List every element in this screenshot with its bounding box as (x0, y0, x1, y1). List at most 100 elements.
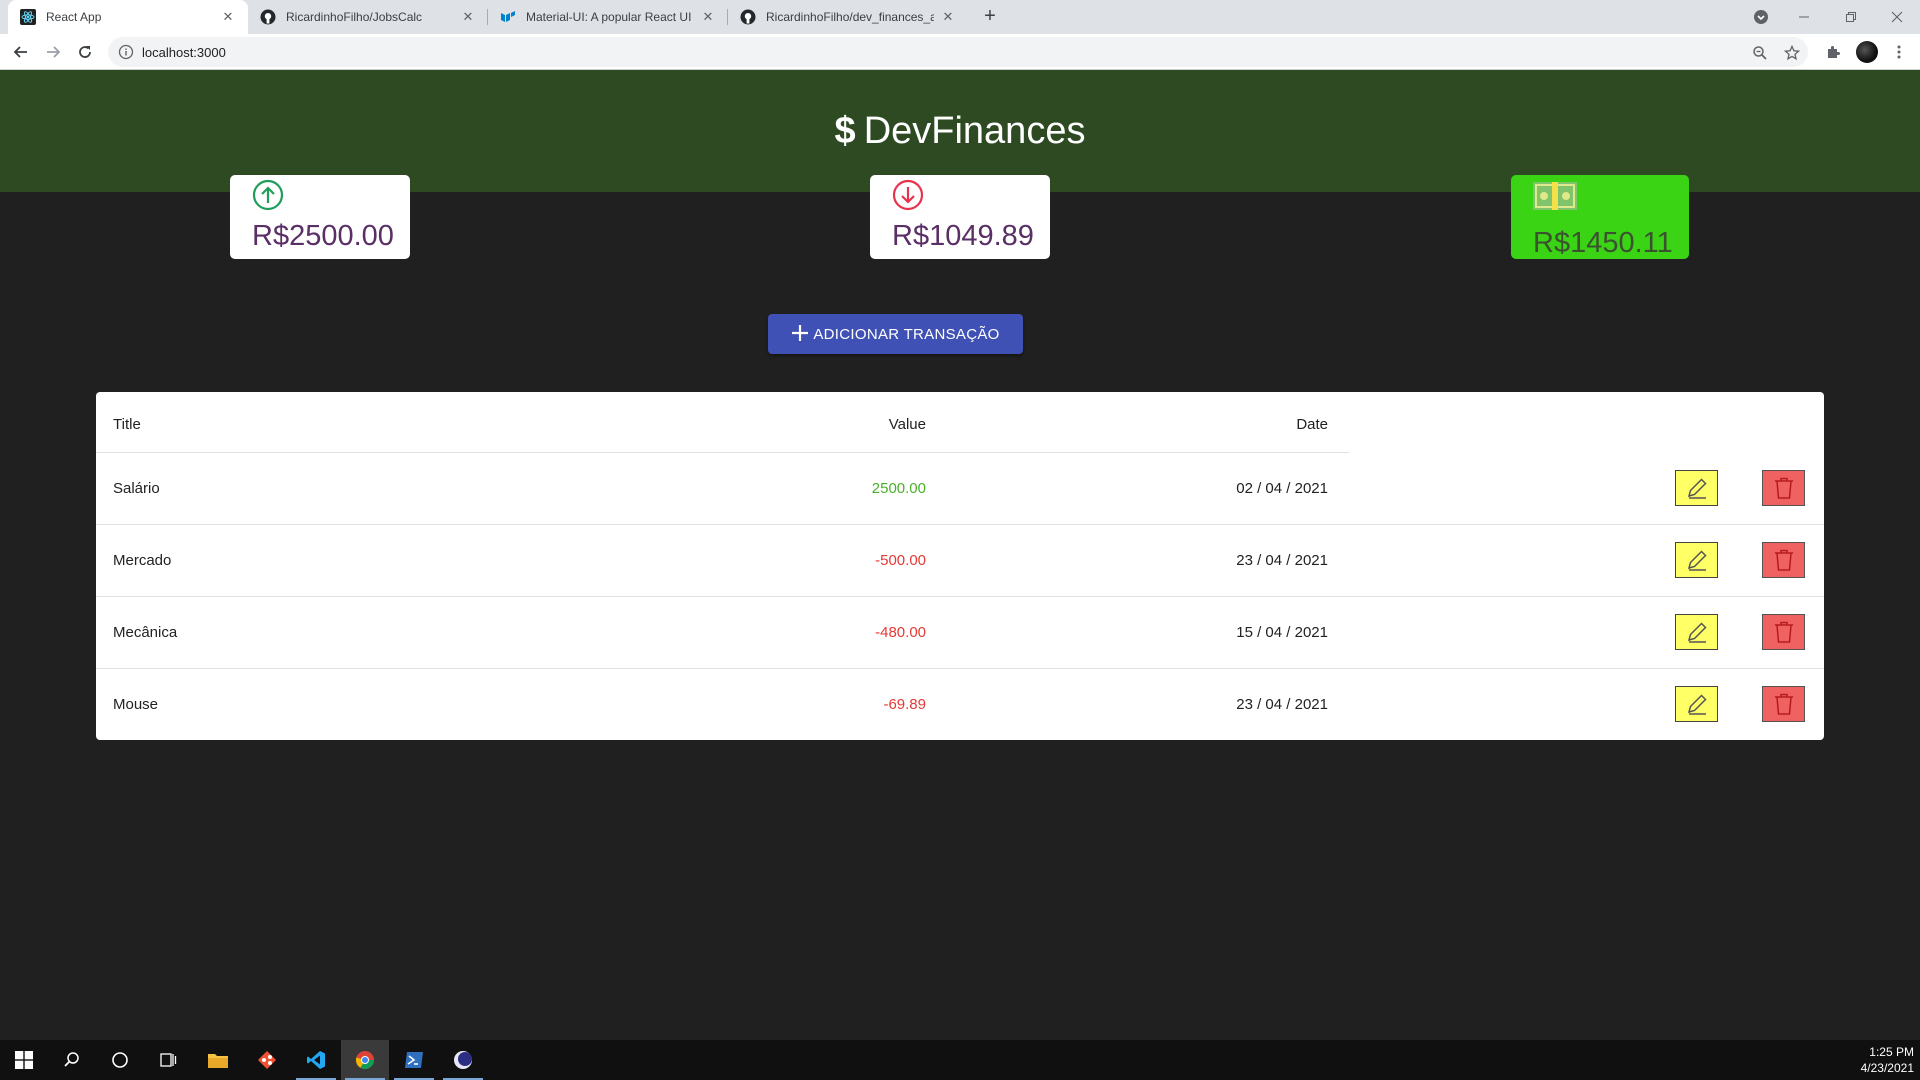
extensions-puzzle-icon[interactable] (1823, 42, 1843, 62)
column-header-date: Date (1296, 416, 1328, 433)
row-title: Mouse (113, 696, 159, 713)
add-transaction-label: ADICIONAR TRANSAÇÃO (813, 325, 1000, 343)
new-tab-button[interactable]: + (978, 5, 1002, 29)
address-bar[interactable]: localhost:3000 (108, 37, 1808, 67)
edit-button[interactable] (1675, 686, 1718, 722)
site-info-icon[interactable] (118, 44, 134, 60)
clock-date: 4/23/2021 (1860, 1061, 1914, 1075)
close-tab-icon[interactable]: ✕ (940, 9, 956, 25)
chrome-icon[interactable] (341, 1040, 389, 1080)
vscode-icon[interactable] (292, 1040, 340, 1080)
back-arrow-icon[interactable] (9, 40, 33, 64)
zoom-icon[interactable] (1750, 43, 1770, 63)
table-row: Mercado -500.00 23 / 04 / 2021 (96, 525, 1824, 597)
brand-title: $ DevFinances (0, 110, 1920, 153)
plus-icon (791, 324, 809, 345)
edit-button[interactable] (1675, 542, 1718, 578)
trash-icon (1774, 693, 1793, 715)
row-value: -500.00 (875, 552, 926, 569)
browser-tab-jobscalc[interactable]: RicardinhoFilho/JobsCalc ✕ (248, 0, 488, 34)
tab-search-icon[interactable] (1738, 0, 1784, 34)
powershell-icon[interactable] (390, 1040, 438, 1080)
cortana-icon[interactable] (96, 1040, 144, 1080)
row-value: 2500.00 (871, 480, 926, 497)
tab-title: React App (46, 10, 102, 24)
pencil-icon (1687, 694, 1707, 715)
row-date: 23 / 04 / 2021 (1236, 552, 1328, 569)
close-tab-icon[interactable]: ✕ (700, 9, 716, 25)
expense-amount: R$1049.89 (892, 220, 1034, 252)
reload-icon[interactable] (73, 40, 97, 64)
browser-tab-material-ui[interactable]: Material-UI: A popular React UI f ✕ (488, 0, 728, 34)
url-text: localhost:3000 (142, 45, 226, 60)
react-favicon-icon (20, 9, 36, 25)
edit-button[interactable] (1675, 470, 1718, 506)
eclipse-app-icon[interactable] (439, 1040, 487, 1080)
clock-time: 1:25 PM (1869, 1045, 1914, 1059)
row-date: 23 / 04 / 2021 (1236, 696, 1328, 713)
arrow-up-circle-icon (252, 179, 284, 211)
menu-kebab-icon[interactable] (1889, 42, 1909, 62)
row-title: Mecânica (113, 624, 178, 641)
delete-button[interactable] (1762, 686, 1805, 722)
transactions-table: Title Value Date Salário 2500.00 02 / 04… (96, 392, 1824, 740)
profile-avatar[interactable] (1856, 41, 1878, 63)
delete-button[interactable] (1762, 614, 1805, 650)
brand-dollar-symbol: $ (834, 110, 856, 152)
table-row: Salário 2500.00 02 / 04 / 2021 (96, 453, 1824, 525)
delete-button[interactable] (1762, 470, 1805, 506)
table-row: Mouse -69.89 23 / 04 / 2021 (96, 669, 1824, 741)
row-date: 02 / 04 / 2021 (1236, 480, 1328, 497)
app-root: $ DevFinances R$2500.00 R$1049.89 R$1450.… (0, 70, 1920, 1037)
minimize-window-icon[interactable] (1781, 0, 1827, 34)
total-amount: R$1450.11 (1533, 227, 1673, 259)
file-explorer-icon[interactable] (194, 1040, 242, 1080)
browser-tab-dev-finances-api[interactable]: RicardinhoFilho/dev_finances_api ✕ (728, 0, 968, 34)
row-value: -480.00 (875, 624, 926, 641)
column-header-title: Title (113, 416, 141, 433)
app-header: $ DevFinances (0, 70, 1920, 192)
system-clock[interactable]: 1:25 PM 4/23/2021 (1861, 1044, 1914, 1076)
add-transaction-button[interactable]: ADICIONAR TRANSAÇÃO (768, 314, 1023, 354)
tab-title: RicardinhoFilho/dev_finances_api (766, 10, 934, 24)
row-title: Mercado (113, 552, 172, 569)
delete-button[interactable] (1762, 542, 1805, 578)
browser-toolbar: localhost:3000 (0, 34, 1920, 70)
windows-taskbar: 1:25 PM 4/23/2021 (0, 1040, 1920, 1080)
browser-tab-bar: React App ✕ RicardinhoFilho/JobsCalc ✕ M… (0, 0, 1920, 34)
tab-title: RicardinhoFilho/JobsCalc (286, 10, 423, 24)
close-tab-icon[interactable]: ✕ (220, 9, 236, 25)
edit-button[interactable] (1675, 614, 1718, 650)
column-header-value: Value (888, 416, 926, 433)
pencil-icon (1687, 550, 1707, 571)
brand-name: DevFinances (863, 110, 1086, 152)
restore-window-icon[interactable] (1828, 0, 1874, 34)
trash-icon (1774, 477, 1793, 499)
material-ui-favicon-icon (500, 9, 516, 25)
tab-title: Material-UI: A popular React UI f (526, 10, 694, 24)
windows-start-icon[interactable] (0, 1040, 48, 1080)
row-value: -69.89 (883, 696, 926, 713)
pencil-icon (1687, 622, 1707, 643)
close-window-icon[interactable] (1874, 0, 1920, 34)
trash-icon (1774, 549, 1793, 571)
forward-arrow-icon[interactable] (41, 40, 65, 64)
table-row: Mecânica -480.00 15 / 04 / 2021 (96, 597, 1824, 669)
income-card: R$2500.00 (230, 175, 410, 259)
browser-tab-react-app[interactable]: React App ✕ (8, 0, 248, 34)
github-favicon-icon (260, 9, 276, 25)
close-tab-icon[interactable]: ✕ (460, 9, 476, 25)
trash-icon (1774, 621, 1793, 643)
row-title: Salário (113, 480, 160, 497)
income-amount: R$2500.00 (252, 220, 394, 252)
expense-card: R$1049.89 (870, 175, 1050, 259)
task-view-icon[interactable] (144, 1040, 192, 1080)
gitkraken-icon[interactable] (243, 1040, 291, 1080)
bookmark-star-icon[interactable] (1782, 43, 1802, 63)
pencil-icon (1687, 478, 1707, 499)
github-favicon-icon (740, 9, 756, 25)
arrow-down-circle-icon (892, 179, 924, 211)
search-icon[interactable] (48, 1040, 96, 1080)
total-card: R$1450.11 (1511, 175, 1689, 259)
row-date: 15 / 04 / 2021 (1236, 624, 1328, 641)
